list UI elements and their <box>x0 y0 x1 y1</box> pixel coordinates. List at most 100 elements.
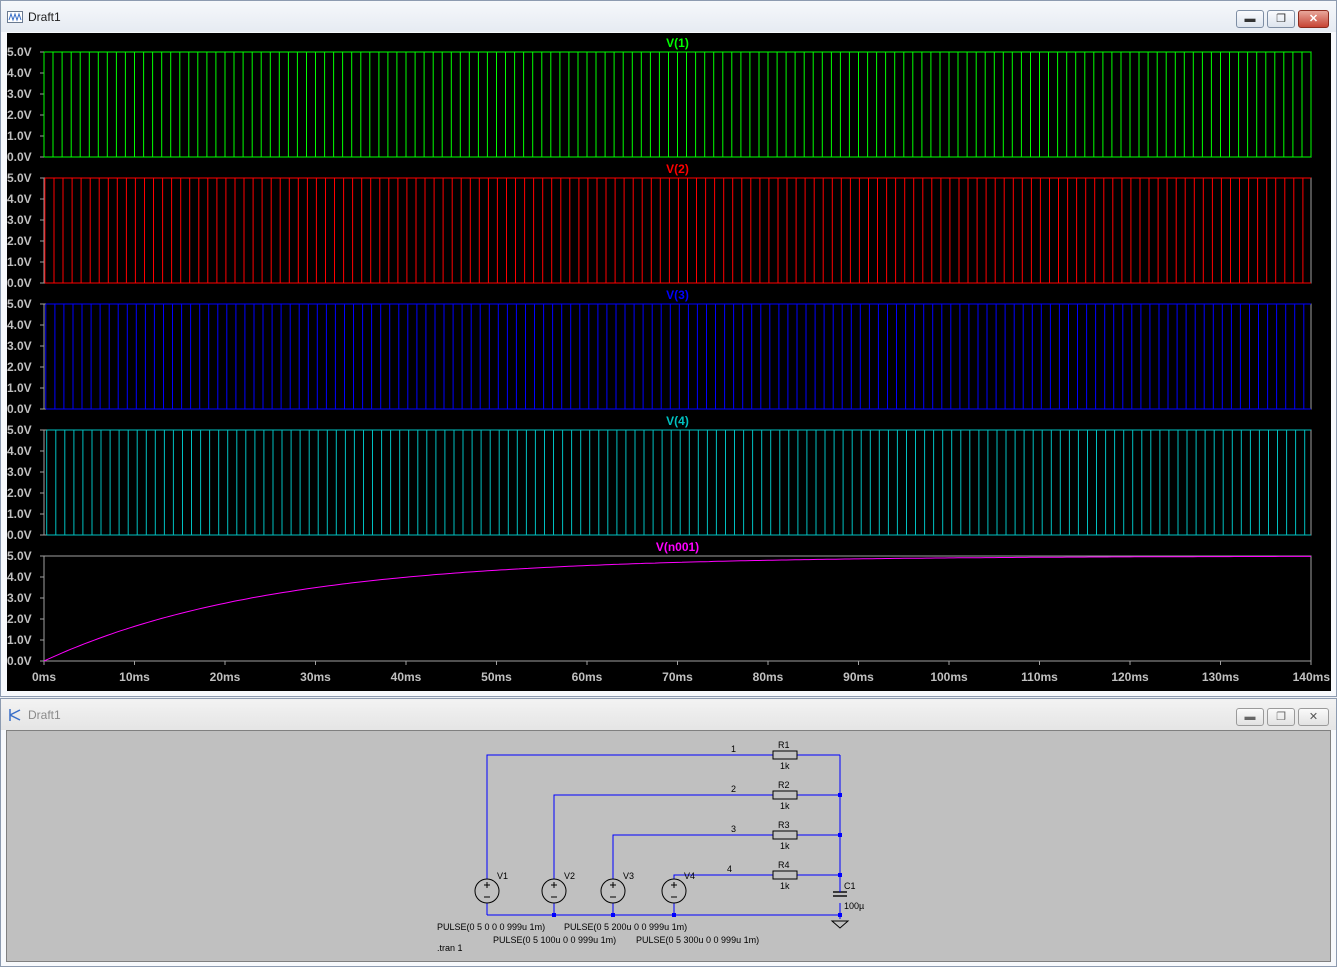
ground-icon <box>830 920 850 929</box>
y-tick-label: 2.0V <box>7 234 32 248</box>
schematic-window-title: Draft1 <box>28 707 61 722</box>
schematic-drawing[interactable]: 1 2 3 4 R1 1k R2 1k R3 1k R4 1k V1 V2 V3… <box>7 731 1332 963</box>
y-tick-label: 0.0V <box>7 528 32 542</box>
waveform-window-title: Draft1 <box>28 9 61 24</box>
junction-dot <box>838 833 842 837</box>
source-v2-name: V2 <box>564 871 575 881</box>
trace-title: V(2) <box>666 162 689 176</box>
trace-5 <box>43 555 1311 662</box>
x-tick-label: 30ms <box>300 670 331 684</box>
resistor-r2-name: R2 <box>778 780 790 790</box>
y-tick-label: 4.0V <box>7 66 32 80</box>
y-tick-label: 1.0V <box>7 507 32 521</box>
y-tick-label: 2.0V <box>7 360 32 374</box>
y-tick-label: 5.0V <box>7 171 32 185</box>
y-tick-label: 1.0V <box>7 633 32 647</box>
resistor-r1-name: R1 <box>778 740 790 750</box>
resistor-r3-name: R3 <box>778 820 790 830</box>
schematic-minimize-button[interactable]: ▬ <box>1236 708 1264 726</box>
resistor-r4-name: R4 <box>778 860 790 870</box>
trace-title: V(4) <box>666 414 689 428</box>
x-tick-label: 100ms <box>930 670 968 684</box>
resistor-r3-value: 1k <box>780 841 790 851</box>
junction-dot <box>552 913 556 917</box>
resistor-r1 <box>772 750 798 760</box>
trace-title: V(3) <box>666 288 689 302</box>
junction-dot <box>838 913 842 917</box>
junction-dot <box>611 913 615 917</box>
schematic-app-icon <box>9 708 21 721</box>
y-tick-label: 3.0V <box>7 465 32 479</box>
trace-title: V(1) <box>666 36 689 50</box>
waveform-chart[interactable]: 5.0V 4.0V 3.0V 2.0V 1.0V 0.0V V(1) 5.0V 4.0V 3.0V… <box>7 33 1331 691</box>
x-tick-label: 90ms <box>843 670 874 684</box>
y-tick-label: 0.0V <box>7 150 32 164</box>
y-tick-label: 2.0V <box>7 486 32 500</box>
restore-button[interactable]: ❐ <box>1267 10 1295 28</box>
capacitor-c1-value: 100µ <box>844 901 864 911</box>
y-tick-label: 1.0V <box>7 129 32 143</box>
y-tick-label: 2.0V <box>7 108 32 122</box>
pane-frame <box>43 177 1312 284</box>
x-tick-label: 140ms <box>1293 670 1331 684</box>
directive-v4-pulse[interactable]: PULSE(0 5 300u 0 0 999u 1m) <box>636 935 759 945</box>
directive-v2-pulse[interactable]: PULSE(0 5 100u 0 0 999u 1m) <box>493 935 616 945</box>
net-label-4: 4 <box>727 864 732 874</box>
net-label-2: 2 <box>731 784 736 794</box>
trace-2 <box>44 177 1311 284</box>
schematic-close-button[interactable]: ✕ <box>1298 708 1329 726</box>
directive-tran[interactable]: .tran 1 <box>437 943 463 953</box>
y-tick-label: 3.0V <box>7 87 32 101</box>
pane-frame <box>43 303 1312 410</box>
y-tick-label: 5.0V <box>7 423 32 437</box>
trace-4 <box>46 429 1311 536</box>
directive-v1-pulse[interactable]: PULSE(0 5 0 0 0 999u 1m) <box>437 922 545 932</box>
x-tick-label: 50ms <box>481 670 512 684</box>
pane-frame <box>43 555 1312 662</box>
y-tick-label: 5.0V <box>7 45 32 59</box>
x-tick-label: 20ms <box>210 670 241 684</box>
x-tick-label: 0ms <box>32 670 56 684</box>
y-tick-label: 4.0V <box>7 192 32 206</box>
x-tick-label: 80ms <box>753 670 784 684</box>
x-tick-label: 110ms <box>1021 670 1058 684</box>
y-tick-label: 0.0V <box>7 654 32 668</box>
junction-dot <box>838 873 842 877</box>
y-tick-label: 5.0V <box>7 549 32 563</box>
waveform-titlebar[interactable]: Draft1 ▬ ❐ ✕ <box>1 1 1336 32</box>
y-tick-label: 5.0V <box>7 297 32 311</box>
pane-frame <box>43 429 1312 536</box>
resistor-r3 <box>772 830 798 840</box>
schematic-canvas[interactable]: 1 2 3 4 R1 1k R2 1k R3 1k R4 1k V1 V2 V3… <box>6 730 1331 962</box>
y-tick-label: 0.0V <box>7 276 32 290</box>
resistor-r2 <box>772 790 798 800</box>
resistor-r1-value: 1k <box>780 761 790 771</box>
junction-dot <box>838 793 842 797</box>
trace-3 <box>45 303 1311 410</box>
x-tick-label: 10ms <box>119 670 150 684</box>
trace-1 <box>43 51 1312 158</box>
y-tick-label: 3.0V <box>7 339 32 353</box>
net-label-3: 3 <box>731 824 736 834</box>
minimize-button[interactable]: ▬ <box>1236 10 1264 28</box>
schematic-window[interactable]: Draft1 ▬ ❐ ✕ 1 2 3 4 R1 1k R2 1k R3 1k R… <box>0 698 1337 967</box>
y-tick-label: 3.0V <box>7 213 32 227</box>
y-tick-label: 1.0V <box>7 381 32 395</box>
trace-title: V(n001) <box>656 540 699 554</box>
schematic-restore-button[interactable]: ❐ <box>1267 708 1295 726</box>
x-tick-label: 130ms <box>1202 670 1240 684</box>
y-tick-label: 3.0V <box>7 591 32 605</box>
y-tick-label: 1.0V <box>7 255 32 269</box>
source-v4-name: V4 <box>684 871 695 881</box>
x-tick-label: 120ms <box>1111 670 1149 684</box>
waveform-window[interactable]: Draft1 ▬ ❐ ✕ 5.0V 4.0V 3.0V 2.0V 1.0V 0.0V V(1… <box>0 0 1337 697</box>
y-tick-label: 0.0V <box>7 402 32 416</box>
directive-v3-pulse[interactable]: PULSE(0 5 200u 0 0 999u 1m) <box>564 922 687 932</box>
waveform-app-icon <box>7 10 23 23</box>
close-button[interactable]: ✕ <box>1298 10 1329 28</box>
junction-dot <box>672 913 676 917</box>
schematic-titlebar[interactable]: Draft1 ▬ ❐ ✕ <box>1 699 1336 730</box>
resistor-r2-value: 1k <box>780 801 790 811</box>
x-tick-label: 40ms <box>391 670 422 684</box>
waveform-plot-area[interactable]: 5.0V 4.0V 3.0V 2.0V 1.0V 0.0V V(1) 5.0V 4.0V 3.0V… <box>7 33 1331 691</box>
